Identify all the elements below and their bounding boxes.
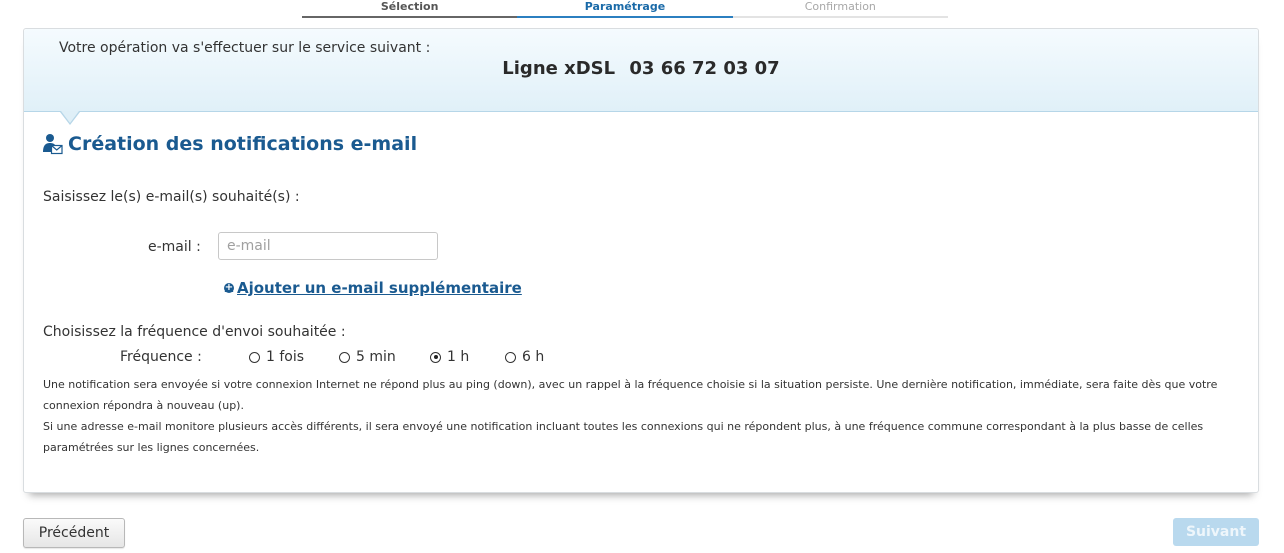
step-bar <box>732 16 948 18</box>
banner-pointer <box>61 111 79 123</box>
radio-circle[interactable] <box>339 351 350 363</box>
radio-label: 1 fois <box>266 349 305 365</box>
section-title-text: Création des notifications e-mail <box>68 133 418 155</box>
service-value: Ligne xDSL 03 66 72 03 07 <box>24 58 1258 79</box>
add-email-link[interactable]: + Ajouter un e-mail supplémentaire <box>224 279 522 297</box>
radio-1-h[interactable]: 1 h <box>430 349 469 365</box>
info-paragraph: Si une adresse e-mail monitore plusieurs… <box>43 420 1204 454</box>
service-type: Ligne xDSL <box>502 58 616 79</box>
email-input[interactable] <box>218 232 438 260</box>
info-paragraph: Une notification sera envoyée si votre c… <box>43 378 1218 412</box>
email-label: e-mail : <box>148 239 201 255</box>
step-label: Sélection <box>380 0 439 13</box>
user-mail-icon <box>43 133 63 155</box>
step-parametrage: Paramétrage <box>517 0 733 18</box>
radio-label: 6 h <box>522 349 545 365</box>
plus-circle-icon: + <box>224 282 234 293</box>
progress-steps: Sélection Paramétrage Confirmation <box>302 0 948 18</box>
radio-5-min[interactable]: 5 min <box>339 349 396 365</box>
next-button[interactable]: Suivant <box>1173 518 1259 546</box>
radio-circle-selected[interactable] <box>430 351 441 363</box>
service-banner: Votre opération va s'effectuer sur le se… <box>24 29 1258 112</box>
service-label: Votre opération va s'effectuer sur le se… <box>59 40 431 56</box>
radio-6-h[interactable]: 6 h <box>505 349 544 365</box>
step-confirmation: Confirmation <box>732 0 948 18</box>
radio-1-fois[interactable]: 1 fois <box>249 349 304 365</box>
previous-button[interactable]: Précédent <box>23 518 125 548</box>
main-panel: Votre opération va s'effectuer sur le se… <box>23 28 1259 493</box>
frequency-label: Fréquence : <box>120 349 202 365</box>
service-number: 03 66 72 03 07 <box>629 58 780 79</box>
email-prompt: Saisissez le(s) e-mail(s) souhaité(s) : <box>43 189 300 205</box>
add-email-label: Ajouter un e-mail supplémentaire <box>237 279 522 297</box>
frequency-prompt: Choisissez la fréquence d'envoi souhaité… <box>43 324 346 340</box>
radio-label: 5 min <box>356 349 396 365</box>
step-label: Confirmation <box>804 0 876 13</box>
step-bar <box>517 16 733 18</box>
radio-circle[interactable] <box>249 351 260 363</box>
step-selection: Sélection <box>302 0 518 18</box>
info-text: Une notification sera envoyée si votre c… <box>43 374 1228 458</box>
section-title: Création des notifications e-mail <box>43 133 417 155</box>
radio-label: 1 h <box>447 349 470 365</box>
step-label: Paramétrage <box>584 0 666 13</box>
radio-circle[interactable] <box>505 351 516 363</box>
step-bar <box>302 16 518 18</box>
